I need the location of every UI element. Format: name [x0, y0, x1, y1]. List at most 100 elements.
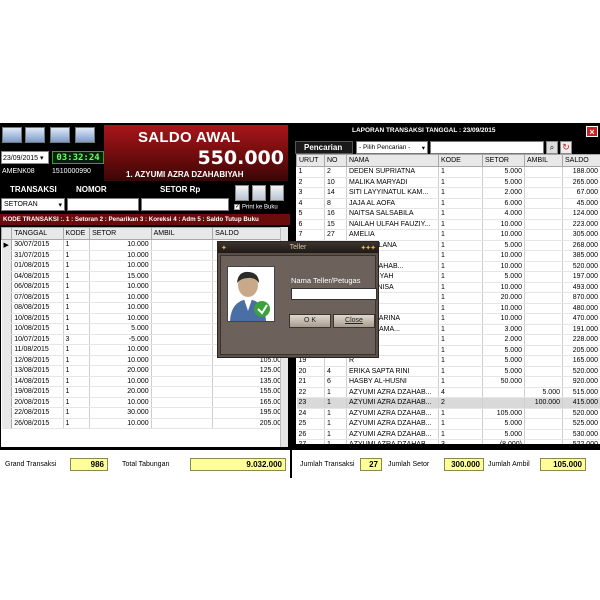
table-cell: 12/08/2015 [11, 355, 64, 366]
table-cell: 1 [63, 376, 91, 387]
window-controls-icon[interactable]: ✦✦✦ [360, 243, 376, 254]
column-header[interactable]: KODE [62, 227, 91, 240]
table-row[interactable]: 7 27 AMELIA 1 10.000 305.000 [296, 229, 600, 241]
table-row[interactable]: 26 1 AZYUMI AZRA DZAHAB... 1 5.000 530.000 [296, 429, 600, 440]
table-cell [524, 366, 563, 377]
printer-icon[interactable] [270, 185, 284, 201]
total-tabungan-label: Total Tabungan [122, 461, 170, 468]
search-label: Pencarian [295, 141, 353, 154]
table-cell [151, 397, 214, 408]
column-header[interactable]: AMBIL [150, 227, 214, 240]
column-header[interactable]: TANGGAL [11, 227, 64, 240]
column-header[interactable]: SALDO [562, 154, 600, 167]
setor-input[interactable] [141, 198, 229, 211]
table-cell [524, 261, 563, 272]
clock-display: 03:32:24 [52, 151, 104, 164]
table-cell: 493.000 [562, 282, 600, 293]
close-button[interactable]: × [586, 126, 598, 137]
table-cell: AZYUMI AZRA DZAHAB... [346, 439, 439, 444]
column-header[interactable]: SETOR [89, 227, 152, 240]
table-cell [151, 334, 214, 345]
table-cell: 4 [324, 366, 347, 377]
table-row[interactable]: 14/08/2015 1 10.000 135.000 [1, 376, 288, 387]
table-cell: 515.000 [562, 387, 600, 398]
ok-button[interactable]: O K [289, 314, 331, 328]
table-row[interactable]: 5 16 NAITSA SALSABILA 1 4.000 124.000 [296, 208, 600, 220]
search-input[interactable] [430, 141, 544, 154]
table-cell: 205.000 [212, 418, 288, 429]
table-row[interactable]: 22/08/2015 1 30.000 195.000 [1, 407, 288, 419]
table-row[interactable]: 3 14 SITI LAYYINATUL KAM... 1 2.000 67.000 [296, 187, 600, 199]
table-cell: 1 [324, 439, 347, 444]
table-cell: 1 [438, 429, 483, 440]
column-header[interactable]: NAMA [346, 154, 439, 167]
table-cell: 30.000 [89, 407, 152, 419]
table-cell: 1 [438, 366, 483, 377]
keyboard-icon[interactable] [25, 127, 45, 143]
table-cell: 2.000 [482, 187, 525, 199]
table-cell: 1 [324, 387, 347, 398]
table-cell: 5.000 [482, 240, 525, 251]
transaksi-select[interactable]: SETORAN ▾ [1, 198, 65, 211]
transaksi-value: SETORAN [4, 201, 38, 208]
save-icon[interactable] [235, 185, 249, 201]
column-header[interactable]: URUT [296, 154, 325, 167]
table-cell: 2 [324, 166, 347, 178]
table-cell: 522.000 [562, 439, 600, 444]
check-icon: ✓ [234, 204, 241, 210]
table-row[interactable]: 1 2 DEDEN SUPRIATNA 1 5.000 188.000 [296, 166, 600, 178]
group-icon[interactable] [75, 127, 95, 143]
table-cell: 24 [296, 408, 325, 419]
table-cell [524, 177, 563, 188]
table-row[interactable]: 4 8 JAJA AL AOFA 1 6.000 45.000 [296, 198, 600, 209]
nomor-input[interactable] [67, 198, 139, 211]
table-row[interactable]: 25 1 AZYUMI AZRA DZAHAB... 1 5.000 525.000 [296, 418, 600, 430]
table-row[interactable]: 6 15 NAILAH ULFAH FAUZIY... 1 10.000 223.000 [296, 219, 600, 230]
column-header[interactable]: NO [324, 154, 347, 167]
table-cell: 1 [438, 166, 483, 178]
table-row[interactable]: 19/08/2015 1 20.000 155.000 [1, 386, 288, 398]
table-row[interactable]: 21 6 HASBY AL-HUSNI 1 50.000 920.000 [296, 376, 600, 388]
row-indicator-header [1, 227, 13, 240]
teller-name-input[interactable] [291, 288, 377, 300]
table-row[interactable]: 24 1 AZYUMI AZRA DZAHAB... 1 105.000 520.000 [296, 408, 600, 419]
table-cell: 5.000 [482, 429, 525, 440]
table-cell: 50.000 [482, 376, 525, 388]
table-row[interactable]: 22 1 AZYUMI AZRA DZAHAB... 4 5.000 515.000 [296, 387, 600, 398]
document-icon[interactable] [252, 185, 266, 201]
search-select[interactable]: - Pilih Pencarian - ▾ [356, 141, 428, 154]
table-cell: 10.000 [482, 261, 525, 272]
column-header[interactable]: AMBIL [524, 154, 563, 167]
table-row[interactable]: 23 1 AZYUMI AZRA DZAHAB... 2 100.000 415.000 [296, 397, 600, 409]
table-cell [524, 429, 563, 440]
table-cell: 3 [63, 334, 91, 345]
table-cell: 5.000 [482, 166, 525, 178]
table-cell: 10.000 [482, 229, 525, 241]
teller-dialog: ✦ Teller ✦✦✦ Nama Teller/Petugas O K Clo… [217, 241, 379, 358]
table-cell [524, 250, 563, 262]
print-checkbox[interactable]: ✓ Print ke Buku [234, 204, 278, 211]
table-cell [524, 439, 563, 444]
table-row[interactable]: 20 4 ERIKA SAPTA RINI 1 5.000 520.000 [296, 366, 600, 377]
dialog-title-bar[interactable]: ✦ Teller ✦✦✦ [218, 242, 378, 253]
refresh-icon[interactable]: ↻ [560, 141, 572, 154]
column-header[interactable]: SALDO [212, 227, 288, 240]
table-row[interactable]: 271AZYUMI AZRA DZAHAB...3(8.000) 522.000 [296, 439, 600, 444]
close-dialog-button[interactable]: Close [333, 314, 375, 328]
table-cell: 1 [438, 229, 483, 241]
date-picker[interactable]: 23/09/2015 ▾ [1, 151, 49, 164]
table-cell [151, 376, 214, 387]
table-row[interactable]: 13/08/2015 1 20.000 125.000 [1, 365, 288, 377]
table-cell: 13/08/2015 [11, 365, 64, 377]
column-header[interactable]: KODE [438, 154, 483, 167]
table-cell: 2 [438, 397, 483, 409]
column-header[interactable]: SETOR [482, 154, 525, 167]
table-row[interactable]: 2 10 MALIKA MARYADI 1 5.000 265.000 [296, 177, 600, 188]
search-icon[interactable]: ⌕ [546, 141, 558, 154]
table-row[interactable]: 26/08/2015 1 10.000 205.000 [1, 418, 288, 429]
table-cell: 520.000 [562, 261, 600, 272]
users-icon[interactable] [50, 127, 70, 143]
database-icon[interactable] [2, 127, 22, 143]
table-row[interactable]: 20/08/2015 1 10.000 165.000 [1, 397, 288, 408]
table-cell: 205.000 [562, 345, 600, 356]
